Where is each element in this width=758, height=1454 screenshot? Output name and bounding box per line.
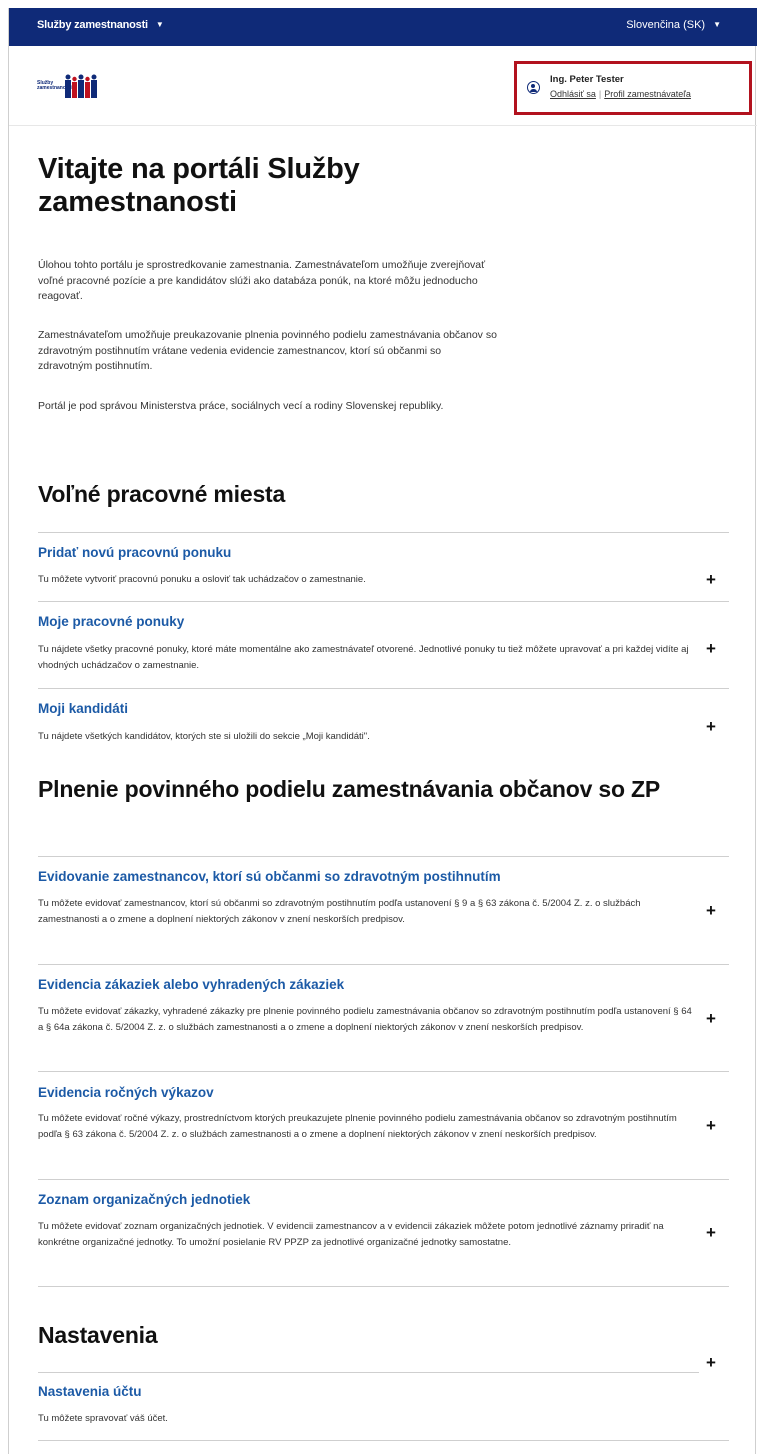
my-job-offers-link[interactable]: Moje pracovné ponuky (38, 614, 184, 629)
page-frame: Služby zamestnanosti ▼ Slovenčina (SK) ▼ S… (8, 8, 757, 1454)
divider (38, 964, 729, 965)
user-name: Ing. Peter Tester (550, 74, 624, 85)
language-label: Slovenčina (SK) (626, 19, 706, 31)
item-description: Tu môžete vytvoriť pracovnú ponuku a osl… (38, 574, 366, 585)
expand-icon[interactable]: + (706, 571, 716, 588)
annual-reports-link[interactable]: Evidencia ročných výkazov (38, 1085, 214, 1100)
user-icon (527, 81, 540, 94)
item-description: Tu môžete evidovať ročné výkazy, prostre… (38, 1113, 677, 1140)
site-logo[interactable]: Služby zamestnanosti (37, 74, 99, 98)
expand-icon[interactable]: + (706, 1224, 716, 1241)
top-navigation-bar: Služby zamestnanosti ▼ Slovenčina (SK) ▼ (9, 8, 757, 46)
divider (38, 688, 729, 689)
my-candidates-link[interactable]: Moji kandidáti (38, 701, 128, 716)
item-description: Tu môžete evidovať zamestnancov, ktorí s… (38, 898, 641, 925)
intro-paragraph: Portál je pod správou Ministerstva práce… (38, 400, 444, 412)
divider (38, 856, 729, 857)
expand-icon[interactable]: + (706, 902, 716, 919)
site-header: Služby zamestnanosti Ing. Peter Tester O… (9, 46, 757, 126)
user-links: Odhlásiť sa | Profil zamestnávateľa (550, 89, 691, 99)
account-settings-link[interactable]: Nastavenia účtu (38, 1384, 142, 1399)
item-description: Tu môžete evidovať zákazky, vyhradené zá… (38, 1006, 692, 1033)
language-selector[interactable]: Slovenčina (SK) ▼ (626, 19, 721, 31)
item-description: Tu môžete spravovať váš účet. (38, 1413, 168, 1424)
expand-icon[interactable]: + (706, 1117, 716, 1134)
page-title: Vitajte na portáli Služby zamestnanosti (38, 153, 360, 218)
user-account-box: Ing. Peter Tester Odhlásiť sa | Profil zam… (514, 61, 752, 115)
register-employees-link[interactable]: Evidovanie zamestnancov, ktorí sú občanm… (38, 869, 501, 884)
divider (38, 601, 729, 602)
logout-link[interactable]: Odhlásiť sa (550, 89, 596, 99)
organizational-units-link[interactable]: Zoznam organizačných jednotiek (38, 1192, 250, 1207)
chevron-down-icon: ▼ (713, 20, 721, 29)
intro-paragraph: Úlohou tohto portálu je sprostredkovanie… (38, 259, 486, 302)
expand-icon[interactable]: + (706, 1354, 716, 1371)
link-separator: | (598, 89, 602, 99)
expand-icon[interactable]: + (706, 640, 716, 657)
logo-text: Služby zamestnanosti (37, 80, 72, 91)
add-job-offer-link[interactable]: Pridať novú pracovnú ponuku (38, 545, 231, 560)
divider (38, 1372, 699, 1373)
people-logo-icon (65, 74, 97, 98)
item-description: Tu môžete evidovať zoznam organizačných … (38, 1221, 664, 1248)
divider (38, 1179, 729, 1180)
item-description: Tu nájdete všetky pracovné ponuky, ktoré… (38, 644, 689, 671)
contracts-register-link[interactable]: Evidencia zákaziek alebo vyhradených zák… (38, 977, 344, 992)
services-menu[interactable]: Služby zamestnanosti ▼ (37, 19, 164, 31)
expand-icon[interactable]: + (706, 1010, 716, 1027)
intro-paragraph: Zamestnávateľom umožňuje preukazovanie p… (38, 329, 497, 372)
section-title-mandatory-share: Plnenie povinného podielu zamestnávania … (38, 776, 661, 802)
divider (38, 532, 729, 533)
item-description: Tu nájdete všetkých kandidátov, ktorých … (38, 731, 370, 742)
chevron-down-icon: ▼ (155, 20, 164, 29)
services-menu-label: Služby zamestnanosti (37, 19, 148, 31)
divider (38, 1286, 729, 1287)
expand-icon[interactable]: + (706, 718, 716, 735)
section-title-settings: Nastavenia (38, 1322, 158, 1348)
divider (38, 1071, 729, 1072)
section-title-job-vacancies: Voľné pracovné miesta (38, 481, 286, 507)
employer-profile-link[interactable]: Profil zamestnávateľa (604, 89, 691, 99)
divider (38, 1440, 729, 1441)
